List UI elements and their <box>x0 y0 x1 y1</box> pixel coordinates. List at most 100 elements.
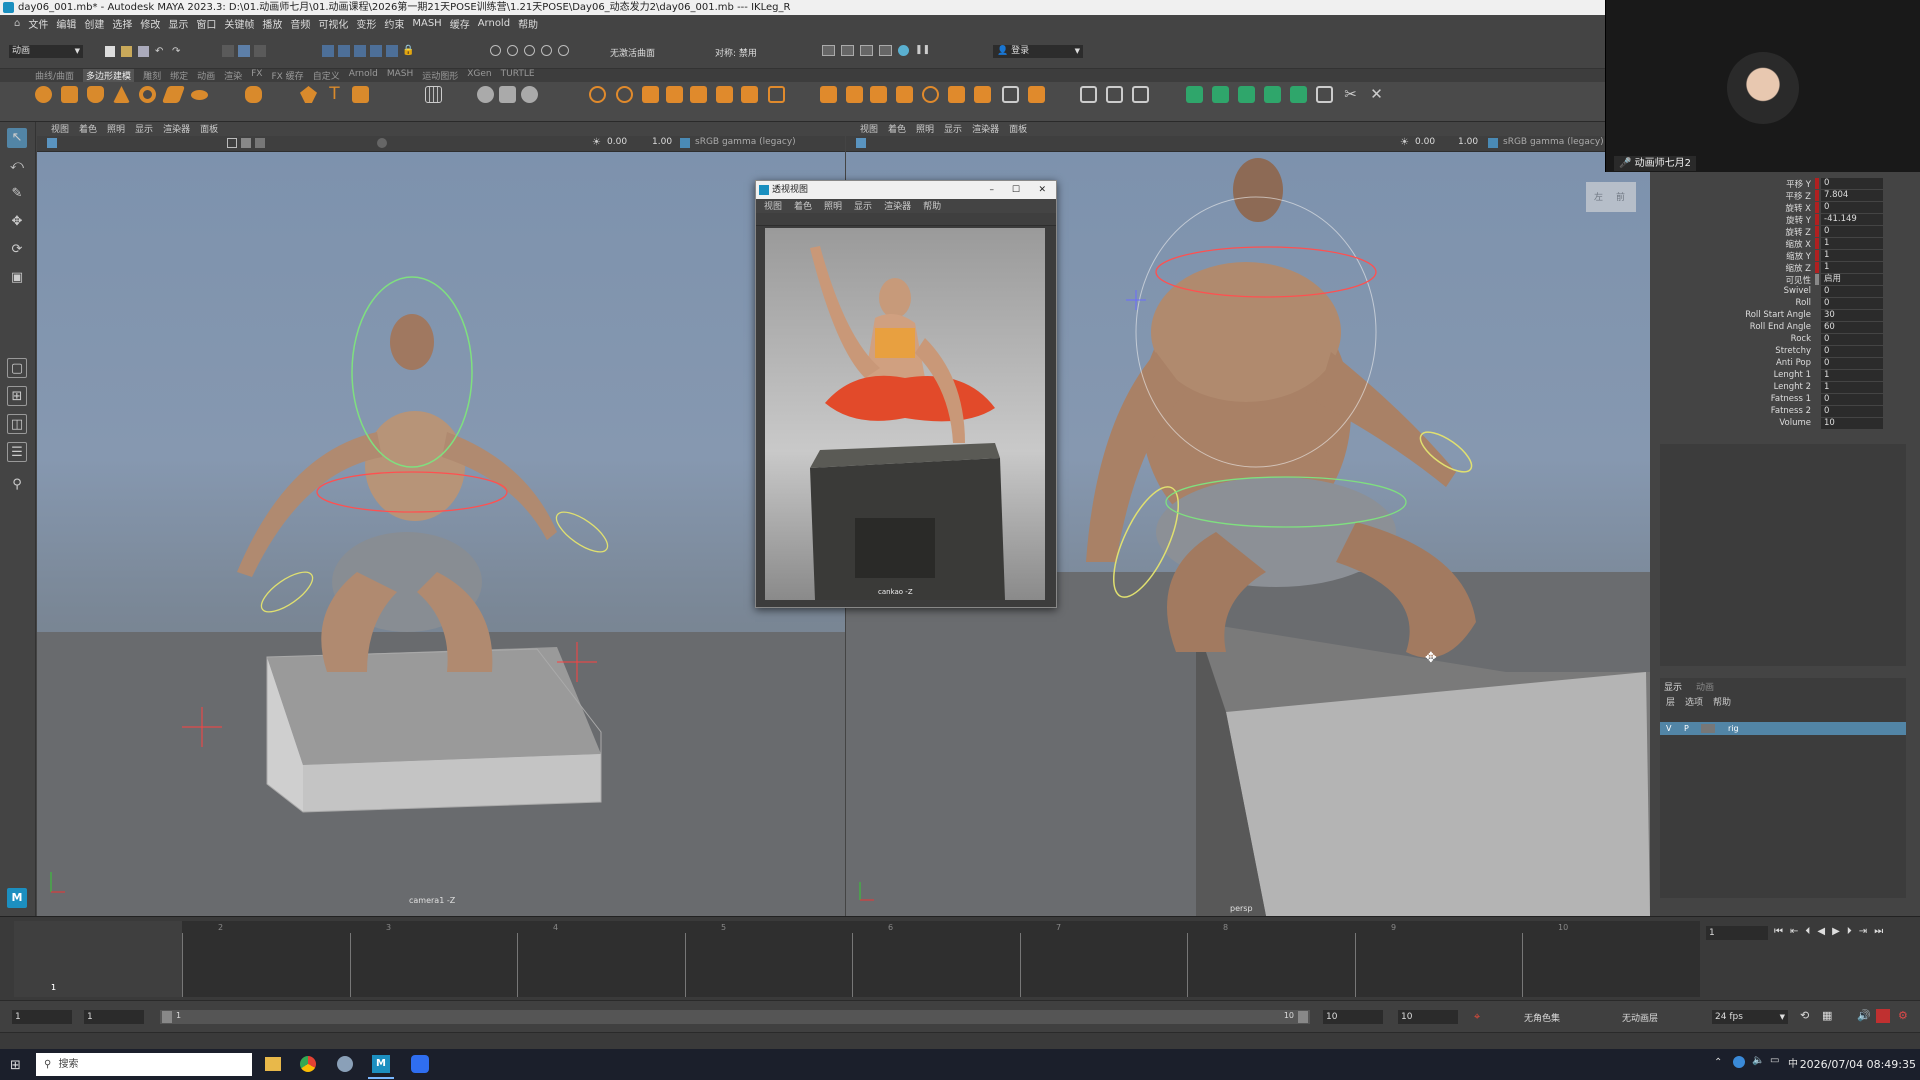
reference-image-plane[interactable]: cankao -Z <box>765 228 1045 600</box>
menu-windows[interactable]: 窗口 <box>196 16 216 31</box>
channel-value[interactable]: 0 <box>1821 286 1883 297</box>
file-explorer-icon[interactable] <box>265 1057 281 1071</box>
mode-dropdown[interactable]: 动画 ▼ <box>9 45 83 58</box>
vp-menu-panels[interactable]: 面板 <box>200 122 218 136</box>
grid-icon[interactable] <box>425 86 442 103</box>
camera-select-icon[interactable] <box>47 138 57 148</box>
shelf-tab-xgen[interactable]: XGen <box>467 69 491 82</box>
separate-icon[interactable] <box>499 86 516 103</box>
fill-hole-icon[interactable] <box>716 86 733 103</box>
menu-key[interactable]: 关键帧 <box>224 16 254 31</box>
cross-tool-icon[interactable]: ✕ <box>1368 86 1385 103</box>
channel-row[interactable]: Fatness 10 <box>1650 394 1906 406</box>
layer-visibility-toggle[interactable]: V <box>1666 724 1671 733</box>
taskbar-clock[interactable]: 2026/07/04 08:49:35 <box>1792 1058 1916 1071</box>
menu-cache[interactable]: 缓存 <box>450 16 470 31</box>
step-back-key-icon[interactable]: ⇤ <box>1790 926 1798 937</box>
channel-row[interactable]: Fatness 20 <box>1650 406 1906 418</box>
channel-row[interactable]: 旋转 Z0 <box>1650 226 1906 238</box>
channel-value[interactable]: 1 <box>1821 250 1883 261</box>
channel-row[interactable]: Volume 10 <box>1650 418 1906 430</box>
snap-point-icon[interactable] <box>354 45 366 57</box>
zoom-icon[interactable]: ⚲ <box>7 475 27 495</box>
redo-icon[interactable]: ↷ <box>172 46 183 57</box>
shelf-tab-poly[interactable]: 多边形建模 <box>83 69 135 82</box>
outliner-layout-icon[interactable]: ☰ <box>7 442 27 462</box>
select-tool-icon[interactable]: ↖ <box>7 128 27 148</box>
save-scene-icon[interactable] <box>138 46 149 57</box>
menu-display[interactable]: 显示 <box>168 16 188 31</box>
soften-edge-icon[interactable] <box>1002 86 1019 103</box>
layer-menu-options[interactable]: 选项 <box>1685 695 1703 708</box>
auto-key-icon[interactable]: ⌖ <box>1474 1010 1486 1023</box>
poly-cube-icon[interactable] <box>61 86 78 103</box>
svg-icon[interactable] <box>352 86 369 103</box>
exposure-value[interactable]: 0.00 <box>1415 137 1435 147</box>
maximize-icon[interactable]: ☐ <box>1012 181 1020 199</box>
menu-create[interactable]: 创建 <box>84 16 104 31</box>
minimize-icon[interactable]: – <box>990 181 995 199</box>
channel-value[interactable]: 0 <box>1821 346 1883 357</box>
vp2-menu-panels[interactable]: 面板 <box>1009 122 1027 136</box>
snap-grid-icon[interactable] <box>322 45 334 57</box>
circularize-icon[interactable] <box>922 86 939 103</box>
colorspace-icon[interactable] <box>1488 138 1498 148</box>
snap-view-icon[interactable] <box>370 45 382 57</box>
chrome-icon[interactable] <box>300 1056 316 1072</box>
target-weld-icon[interactable] <box>768 86 785 103</box>
channel-value[interactable]: 30 <box>1821 310 1883 321</box>
channel-row[interactable]: 缩放 Z1 <box>1650 262 1906 274</box>
wireframe-icon[interactable] <box>227 138 237 148</box>
view-cube-front[interactable]: 前 <box>1616 190 1625 203</box>
unfold-icon[interactable] <box>1212 86 1229 103</box>
float-menu-lighting[interactable]: 照明 <box>824 199 842 213</box>
start-time-field[interactable]: 1 <box>12 1010 72 1024</box>
bridge-icon[interactable] <box>666 86 683 103</box>
anim-layer-dropdown[interactable]: 无动画层 <box>1622 1011 1658 1024</box>
extrude-icon[interactable] <box>642 86 659 103</box>
float-menu-shading[interactable]: 着色 <box>794 199 812 213</box>
maya-home-icon[interactable]: M <box>7 888 27 908</box>
uv-toolkit-icon[interactable] <box>1316 86 1333 103</box>
tray-chevron-icon[interactable]: ⌃ <box>1714 1057 1722 1068</box>
view-cube[interactable]: 左 前 <box>1586 182 1636 212</box>
steam-icon[interactable] <box>337 1056 353 1072</box>
xray-icon[interactable] <box>377 138 387 148</box>
textured-icon[interactable] <box>255 138 265 148</box>
float-title-bar[interactable]: 透视视图 – ☐ ✕ <box>756 181 1056 199</box>
display-tray-icon[interactable]: ▭ <box>1770 1055 1779 1066</box>
sweep-mesh-icon[interactable] <box>300 86 317 103</box>
network-tray-icon[interactable] <box>1733 1056 1745 1068</box>
current-frame-marker[interactable] <box>14 921 182 997</box>
ipr-render-icon[interactable] <box>860 45 873 56</box>
text-icon[interactable]: T <box>326 86 343 103</box>
bevel-icon[interactable] <box>690 86 707 103</box>
scissors-icon[interactable]: ✂ <box>1342 86 1359 103</box>
harden-edge-icon[interactable] <box>1028 86 1045 103</box>
channel-row[interactable]: 缩放 X1 <box>1650 238 1906 250</box>
maya-taskbar-icon[interactable]: M <box>372 1055 390 1073</box>
channel-row[interactable]: Rock 0 <box>1650 334 1906 346</box>
render-view-icon[interactable] <box>822 45 835 56</box>
vp-menu-renderer[interactable]: 渲染器 <box>163 122 190 136</box>
channel-value[interactable]: 10 <box>1821 418 1883 429</box>
paint-weights-icon[interactable] <box>1080 86 1097 103</box>
cut-uv-icon[interactable] <box>1132 86 1149 103</box>
layer-name[interactable]: rig <box>1728 724 1739 733</box>
anim-start-field[interactable]: 1 <box>84 1010 144 1024</box>
command-line[interactable] <box>0 1032 1920 1049</box>
channel-row[interactable]: 旋转 Y -41.149 <box>1650 214 1906 226</box>
shelf-tab-turtle[interactable]: TURTLE <box>501 69 535 82</box>
close-icon[interactable]: ✕ <box>1038 181 1046 199</box>
layer-tab-anim[interactable]: 动画 <box>1696 680 1714 693</box>
current-frame-field[interactable]: 1 <box>1706 926 1768 940</box>
go-to-start-icon[interactable]: ⏮ <box>1774 926 1783 937</box>
layer-menu-help[interactable]: 帮助 <box>1713 695 1731 708</box>
float-menu-help[interactable]: 帮助 <box>923 199 941 213</box>
channel-value[interactable]: 1 <box>1821 382 1883 393</box>
channel-row[interactable]: Stretchy 0 <box>1650 346 1906 358</box>
menu-playback[interactable]: 播放 <box>262 16 282 31</box>
ipr-icon[interactable] <box>524 45 535 56</box>
render-settings-icon[interactable] <box>541 45 552 56</box>
lasso-tool-icon[interactable]: ⤺ <box>7 156 27 176</box>
